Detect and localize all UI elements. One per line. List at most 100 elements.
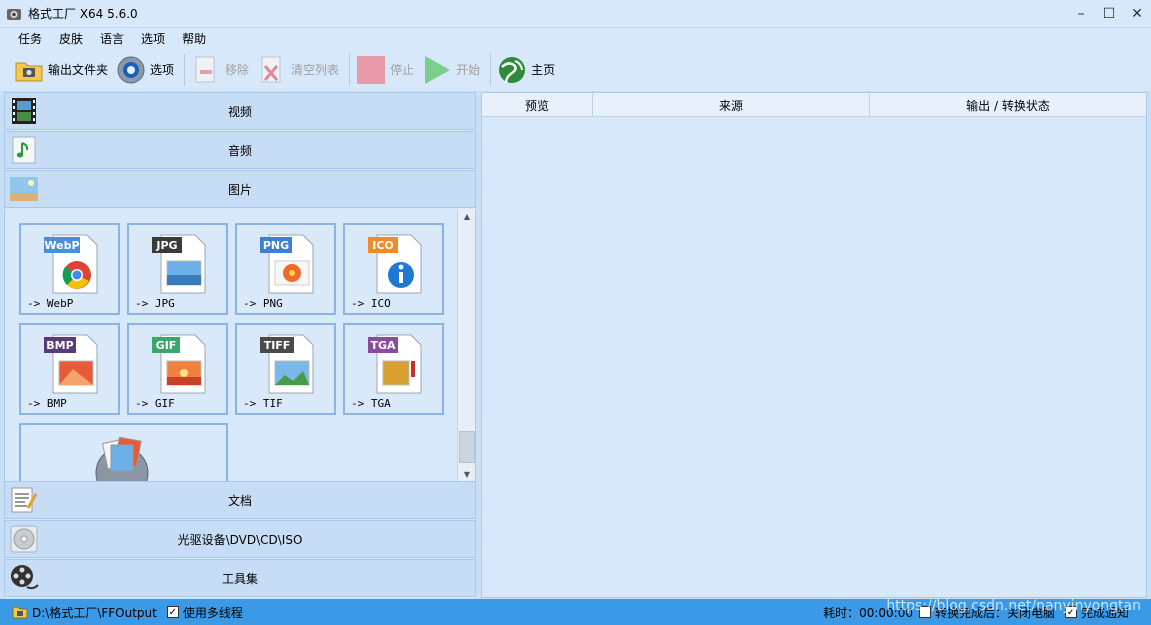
title-bar: 格式工厂 X64 5.6.0 – ☐ ✕ <box>0 0 1151 28</box>
close-button[interactable]: ✕ <box>1123 0 1151 28</box>
clear-list-button[interactable]: 清空列表 <box>257 55 339 85</box>
close-icon: ✕ <box>1131 6 1143 22</box>
format-tile-jpg[interactable]: JPG -> JPG <box>127 223 228 315</box>
task-list-header: 预览 来源 输出 / 转换状态 <box>482 93 1146 117</box>
minimize-button[interactable]: – <box>1067 0 1095 28</box>
home-button[interactable]: 主页 <box>497 55 555 85</box>
gif-badge-text: GIF <box>156 339 177 352</box>
landscape-icon <box>9 174 39 204</box>
remove-label: 移除 <box>225 63 250 77</box>
category-video[interactable]: 视频 <box>4 92 476 130</box>
scroll-down-icon[interactable]: ▼ <box>458 467 475 481</box>
category-image[interactable]: 图片 <box>4 170 476 208</box>
document-icon <box>9 485 39 515</box>
remove-button[interactable]: 移除 <box>191 55 249 85</box>
watermark-text: https://blog.csdn.net/nanyinyongtan <box>886 598 1141 614</box>
scroll-up-icon[interactable]: ▲ <box>458 209 475 223</box>
category-audio[interactable]: 音频 <box>4 131 476 169</box>
column-source[interactable]: 来源 <box>593 93 870 117</box>
tif-label: -> TIF <box>243 397 283 410</box>
format-tile-tga[interactable]: TGA -> TGA <box>343 323 444 415</box>
column-preview[interactable]: 预览 <box>482 93 593 117</box>
window-controls: – ☐ ✕ <box>1067 0 1151 28</box>
bmp-label: -> BMP <box>27 397 67 410</box>
start-button[interactable]: 开始 <box>422 55 480 85</box>
stop-button[interactable]: 停止 <box>356 55 414 85</box>
bmp-file-icon: BMP <box>44 334 98 394</box>
ico-file-icon: ICO <box>368 234 422 294</box>
webp-badge-text: WebP <box>44 239 79 252</box>
folder-icon <box>12 606 28 619</box>
scroll-thumb[interactable] <box>459 431 475 463</box>
menu-help[interactable]: 帮助 <box>176 30 212 47</box>
category-video-label: 视频 <box>227 104 252 119</box>
category-panel: 视频 音频 图片 WebP -> WebP JPG -> JPG PNG -> … <box>4 92 476 598</box>
stop-label: 停止 <box>390 63 415 77</box>
stop-icon <box>356 55 386 85</box>
tga-file-icon: TGA <box>368 334 422 394</box>
image-tools-icon <box>95 436 149 481</box>
options-label: 选项 <box>150 63 175 77</box>
disc-icon <box>9 524 39 554</box>
category-optical-label: 光驱设备\DVD\CD\ISO <box>177 532 303 547</box>
jpg-file-icon: JPG <box>152 234 206 294</box>
menu-bar: 任务 皮肤 语言 选项 帮助 <box>0 28 1151 48</box>
menu-task[interactable]: 任务 <box>12 30 48 47</box>
menu-language[interactable]: 语言 <box>94 30 130 47</box>
column-output-status[interactable]: 输出 / 转换状态 <box>870 93 1146 117</box>
multithread-checkbox[interactable]: ✓ <box>166 606 179 618</box>
window-title: 格式工厂 X64 5.6.0 <box>28 7 138 21</box>
bmp-badge-text: BMP <box>46 339 73 352</box>
category-audio-label: 音频 <box>227 143 252 158</box>
globe-icon <box>497 55 527 85</box>
menu-skin[interactable]: 皮肤 <box>53 30 89 47</box>
format-tile-ico[interactable]: ICO -> ICO <box>343 223 444 315</box>
start-label: 开始 <box>456 63 481 77</box>
format-tile-tif[interactable]: TIFF -> TIF <box>235 323 336 415</box>
category-tools[interactable]: 工具集 <box>4 559 476 597</box>
toolbar-divider <box>349 53 351 86</box>
format-tile-more[interactable] <box>19 423 228 481</box>
webp-file-icon: WebP <box>44 234 98 294</box>
gear-icon <box>116 55 146 85</box>
png-badge-text: PNG <box>263 239 289 252</box>
clear-list-label: 清空列表 <box>291 63 340 77</box>
task-list-body[interactable] <box>482 118 1146 597</box>
maximize-button[interactable]: ☐ <box>1095 0 1123 28</box>
ico-label: -> ICO <box>351 297 391 310</box>
tga-label: -> TGA <box>351 397 391 410</box>
gif-file-icon: GIF <box>152 334 206 394</box>
menu-options[interactable]: 选项 <box>135 30 171 47</box>
format-grid-scrollbar[interactable]: ▲ ▼ <box>457 209 475 481</box>
film-icon <box>9 96 39 126</box>
png-file-icon: PNG <box>260 234 314 294</box>
format-tile-bmp[interactable]: BMP -> BMP <box>19 323 120 415</box>
format-tile-png[interactable]: PNG -> PNG <box>235 223 336 315</box>
music-note-icon <box>9 135 39 165</box>
task-list: 预览 来源 输出 / 转换状态 <box>481 92 1147 598</box>
remove-icon <box>191 55 221 85</box>
format-tile-gif[interactable]: GIF -> GIF <box>127 323 228 415</box>
tiff-badge-text: TIFF <box>264 339 291 352</box>
category-optical[interactable]: 光驱设备\DVD\CD\ISO <box>4 520 476 558</box>
category-document-label: 文档 <box>227 493 252 508</box>
options-button[interactable]: 选项 <box>116 55 174 85</box>
toolbar-divider <box>490 53 492 86</box>
webp-label: -> WebP <box>27 297 74 310</box>
clear-list-icon <box>257 55 287 85</box>
output-folder-button[interactable]: 输出文件夹 <box>14 55 108 85</box>
play-icon <box>422 55 452 85</box>
home-label: 主页 <box>531 63 556 77</box>
png-label: -> PNG <box>243 297 283 310</box>
ico-badge-text: ICO <box>372 239 394 252</box>
film-reel-icon <box>9 563 39 593</box>
toolbar: 输出文件夹 选项 移除 清空列表 停止 开始 主页 <box>0 48 1151 91</box>
tiff-file-icon: TIFF <box>260 334 314 394</box>
jpg-label: -> JPG <box>135 297 175 310</box>
output-path-link[interactable]: D:\格式工厂\FFOutput <box>32 604 157 621</box>
gif-label: -> GIF <box>135 397 175 410</box>
category-document[interactable]: 文档 <box>4 481 476 519</box>
multithread-label: 使用多线程 <box>182 605 243 620</box>
jpg-badge-text: JPG <box>155 239 177 252</box>
format-tile-webp[interactable]: WebP -> WebP <box>19 223 120 315</box>
